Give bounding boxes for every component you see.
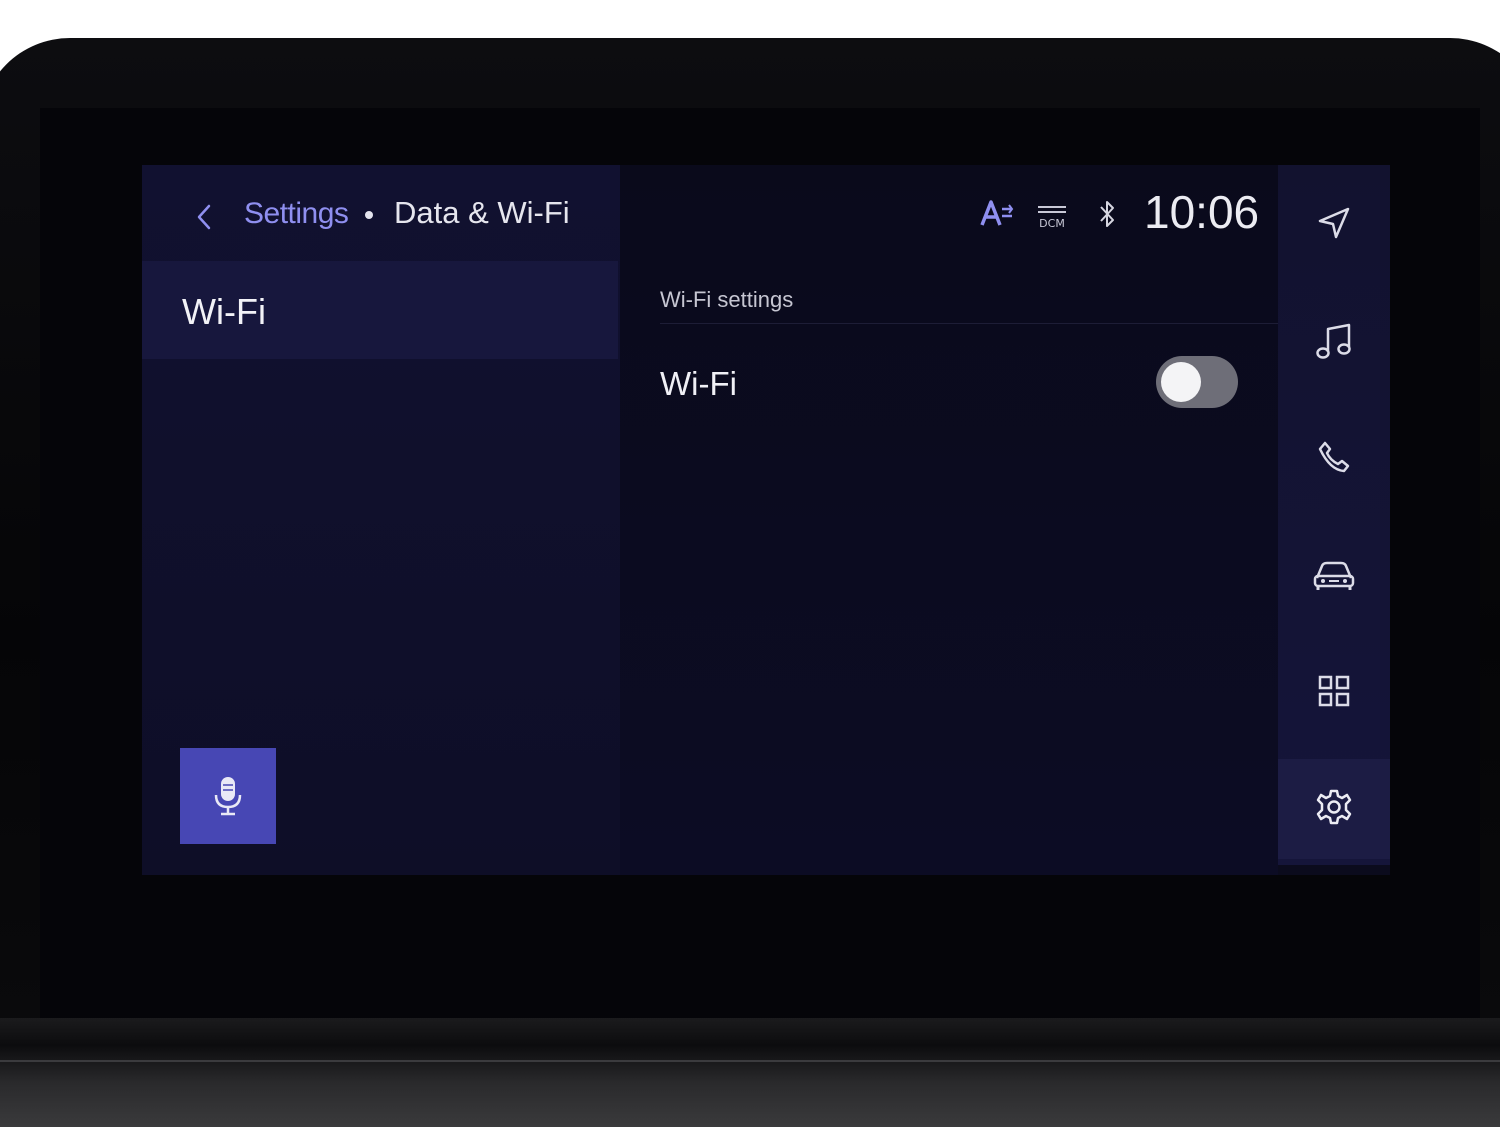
rail-phone-button[interactable] [1306,429,1362,485]
wifi-row-label: Wi-Fi [660,365,737,402]
toggle-knob [1161,362,1201,402]
infotainment-screen: Wi-Fi Wi-Fi settings Wi-Fi Settings Data… [142,165,1390,875]
breadcrumb-separator [365,211,373,219]
apps-grid-icon [1318,675,1350,707]
dcm-label: DCM [1039,217,1065,230]
voice-button[interactable] [180,748,276,844]
chevron-left-icon [196,204,212,230]
bluetooth-icon [1098,199,1116,229]
back-button[interactable] [186,195,222,239]
breadcrumb-settings-link[interactable]: Settings [244,197,349,231]
trim-line [0,1060,1500,1062]
header-bar: Settings Data & Wi-Fi DCM 10:06 [142,165,1278,263]
sidebar-item-wifi[interactable]: Wi-Fi [142,261,618,359]
section-header: Wi-Fi settings [660,287,794,312]
car-icon [1313,558,1355,592]
navigation-icon [1317,206,1351,240]
rail-vehicle-button[interactable] [1306,547,1362,603]
rail-settings-button[interactable] [1306,779,1362,835]
gear-icon [1316,789,1352,825]
wifi-toggle[interactable] [1156,356,1238,408]
rail-navigation-button[interactable] [1306,195,1362,251]
wifi-settings-pane: Wi-Fi settings Wi-Fi [620,165,1278,875]
music-note-icon [1316,322,1352,360]
settings-menu-pane: Wi-Fi [142,165,620,875]
dashboard-trim [0,1018,1500,1127]
microphone-icon [213,775,243,817]
rail-apps-button[interactable] [1306,663,1362,719]
dcm-icon: DCM [1036,203,1068,231]
text-a-icon [980,199,1014,229]
rail-music-button[interactable] [1306,313,1362,369]
clock: 10:06 [1144,186,1260,238]
side-rail [1278,165,1390,865]
page-title: Data & Wi-Fi [394,195,570,230]
sidebar-item-label: Wi-Fi [182,291,266,332]
section-divider [660,323,1278,324]
phone-icon [1317,440,1351,474]
